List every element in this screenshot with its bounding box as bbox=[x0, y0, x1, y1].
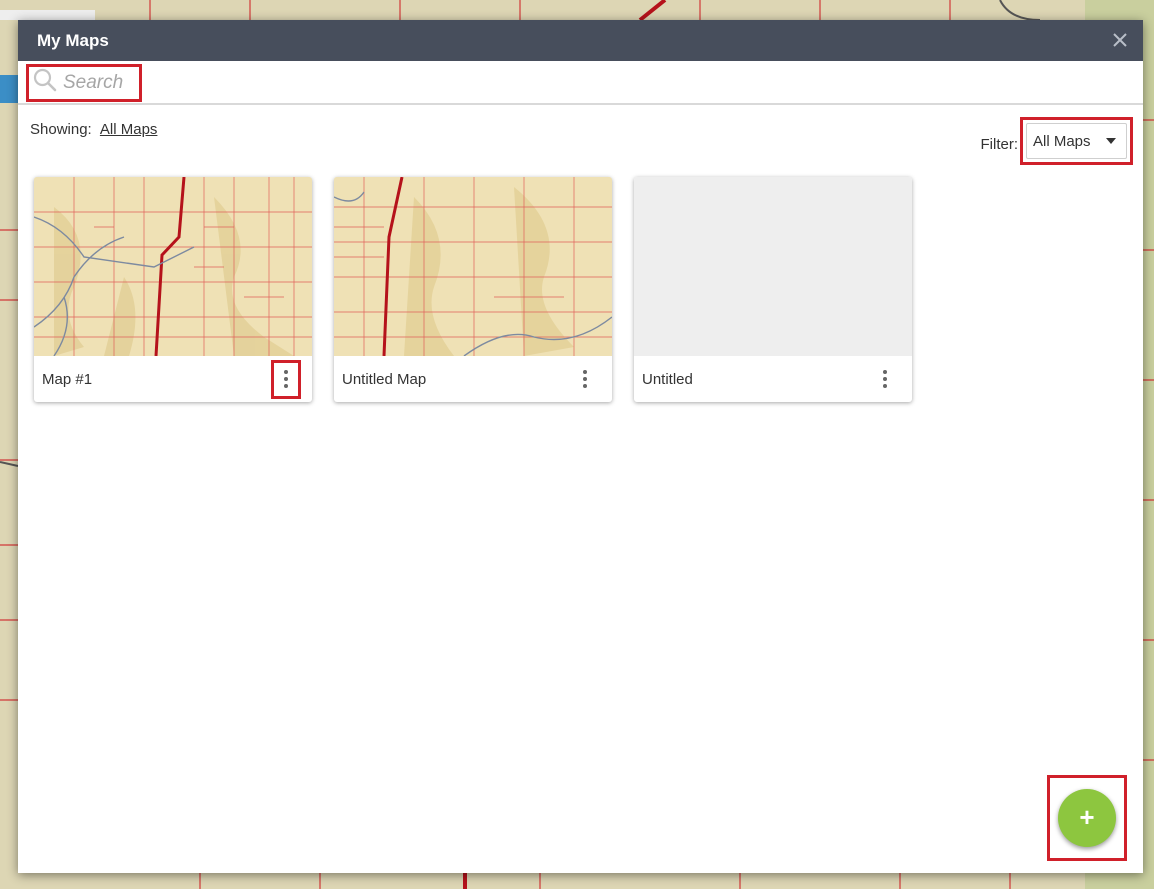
chevron-down-icon bbox=[1106, 138, 1116, 144]
card-footer: Untitled Map bbox=[334, 356, 612, 402]
card-title: Map #1 bbox=[42, 370, 93, 388]
add-map-highlight: + bbox=[1047, 775, 1127, 861]
card-title: Untitled bbox=[642, 370, 693, 388]
more-options-icon[interactable] bbox=[271, 359, 301, 399]
filter-dropdown[interactable]: All Maps bbox=[1026, 123, 1127, 159]
map-cards: Map #1 Untitled Map Untitled bbox=[34, 177, 912, 402]
my-maps-dialog: My Maps Showing: All Maps Filter: All M bbox=[18, 20, 1143, 873]
search-input[interactable] bbox=[63, 71, 139, 94]
map-card[interactable]: Untitled Map bbox=[334, 177, 612, 402]
search-bar bbox=[18, 61, 1143, 105]
showing-label: Showing: bbox=[30, 121, 92, 138]
map-card[interactable]: Map #1 bbox=[34, 177, 312, 402]
toolbar: Showing: All Maps Filter: All Maps bbox=[18, 105, 1143, 165]
map-thumbnail bbox=[334, 177, 612, 356]
close-icon[interactable] bbox=[1109, 29, 1131, 51]
map-thumbnail bbox=[34, 177, 312, 356]
search-icon bbox=[32, 67, 58, 98]
map-card[interactable]: Untitled bbox=[634, 177, 912, 402]
filter-control: Filter: All Maps bbox=[980, 117, 1133, 165]
card-footer: Untitled bbox=[634, 356, 912, 402]
card-footer: Map #1 bbox=[34, 356, 312, 402]
showing-indicator: Showing: All Maps bbox=[30, 121, 157, 138]
filter-value: All Maps bbox=[1033, 132, 1091, 150]
map-thumbnail bbox=[634, 177, 912, 356]
add-map-button[interactable]: + bbox=[1058, 789, 1116, 847]
dialog-title: My Maps bbox=[37, 30, 109, 50]
search-box[interactable] bbox=[26, 63, 142, 102]
showing-link[interactable]: All Maps bbox=[100, 121, 158, 138]
more-options-icon[interactable] bbox=[570, 360, 600, 399]
card-title: Untitled Map bbox=[342, 370, 427, 388]
filter-highlight: All Maps bbox=[1020, 117, 1133, 165]
filter-label: Filter: bbox=[980, 135, 1019, 153]
more-options-icon[interactable] bbox=[870, 360, 900, 399]
dialog-header: My Maps bbox=[18, 20, 1143, 61]
